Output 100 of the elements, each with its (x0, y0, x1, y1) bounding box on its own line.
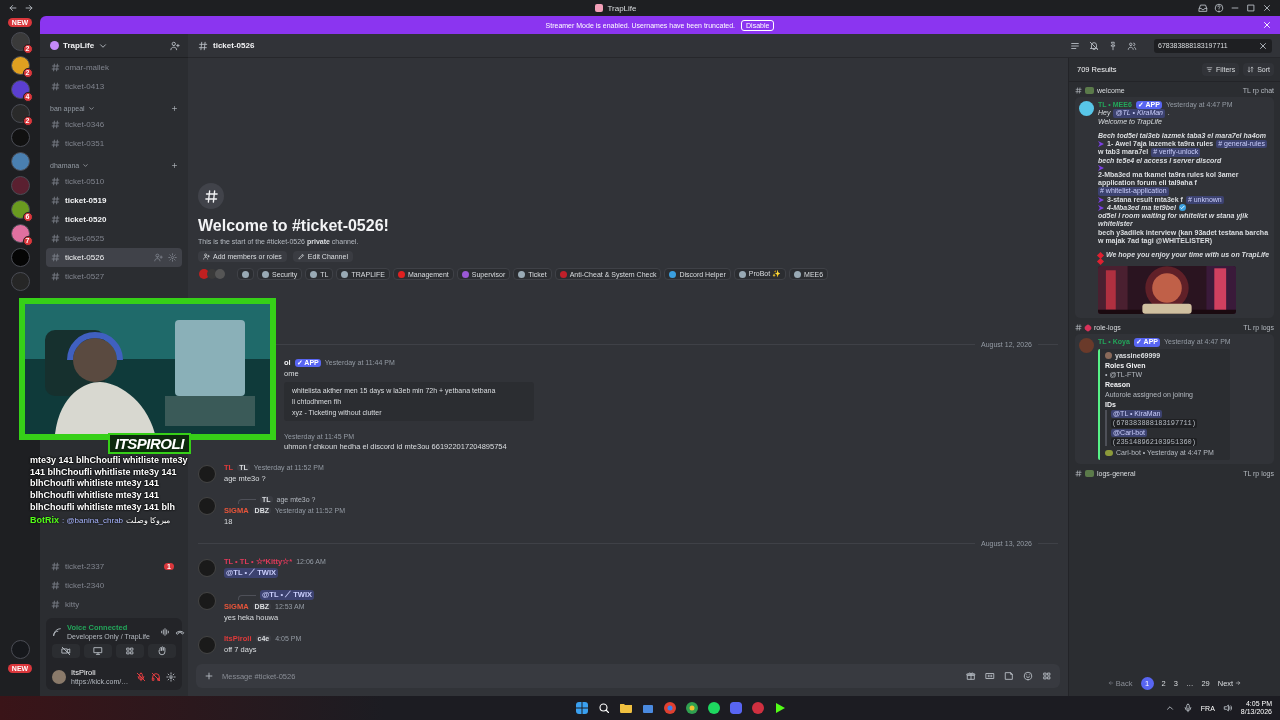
camera-button[interactable] (52, 644, 80, 658)
channel-item[interactable]: ticket-2340 (46, 576, 182, 595)
play-icon[interactable] (774, 702, 787, 714)
inbox-icon[interactable] (1198, 3, 1208, 13)
arrow-bullet-icon (1098, 164, 1104, 171)
game-app-icon[interactable] (752, 702, 765, 714)
close-icon (1258, 40, 1268, 51)
chevron-icon (87, 105, 95, 112)
threads-icon[interactable] (1070, 40, 1080, 51)
gif-icon[interactable] (985, 671, 995, 681)
screen-share-button[interactable] (84, 644, 112, 658)
pin-icon[interactable] (1108, 40, 1118, 51)
close-icon[interactable] (1262, 20, 1272, 30)
help-icon[interactable] (1214, 3, 1224, 13)
mute-button[interactable] (136, 671, 146, 682)
channel-item[interactable]: ticket-0519 (46, 191, 182, 210)
chevron-icon (82, 162, 90, 169)
pencil-icon (297, 253, 305, 260)
headphones-off-icon (151, 671, 161, 682)
windows-start-icon[interactable] (576, 702, 589, 714)
camera-off-icon (61, 646, 71, 656)
close-icon[interactable] (1262, 3, 1272, 13)
user-avatar (1105, 352, 1112, 360)
server-name[interactable]: TrapLife (63, 41, 95, 50)
settings-icon[interactable] (166, 671, 176, 682)
chevron-up-icon[interactable] (1164, 703, 1175, 713)
apps-icon (125, 646, 135, 656)
back-arrow-icon[interactable] (8, 3, 18, 13)
hash-icon (51, 82, 60, 91)
chat-overlay-text: mte3y 141 blhChoufli whitliste mte3y 141 blhChoufli whitliste mte3y 141 blhChoufli whitliste mte3y 141 blhChoufli whitliste mte3y 141 blhChoufli whitliste mte3y 141 blh (30, 455, 189, 514)
search-icon[interactable] (598, 702, 611, 714)
channel-emoji-icon (1085, 87, 1094, 94)
store-icon[interactable] (642, 702, 655, 714)
hash-icon (1075, 87, 1082, 94)
result-card[interactable] (1075, 334, 1274, 465)
gift-icon[interactable] (966, 671, 976, 681)
hash-icon (51, 120, 60, 129)
add-member-icon[interactable] (170, 40, 180, 51)
channel-item[interactable]: ticket-0413 (46, 77, 182, 96)
signal-icon (52, 626, 62, 637)
hash-icon (51, 600, 60, 609)
chat-username: BotRix (30, 515, 59, 526)
deafen-button[interactable] (151, 671, 161, 682)
hash-icon (51, 253, 60, 262)
hash-icon (51, 139, 60, 148)
folder-icon[interactable] (620, 702, 633, 714)
window-title: TrapLife (607, 3, 637, 13)
emoji-icon[interactable] (1023, 671, 1033, 681)
add-attachment-icon[interactable] (204, 671, 214, 681)
channel-item[interactable]: ticket-0346 (46, 115, 182, 134)
sort-icon (1247, 66, 1255, 73)
hash-icon (51, 215, 60, 224)
channel-item[interactable]: kitty (46, 595, 182, 614)
hash-icon (51, 234, 60, 243)
bot-avatar (1079, 101, 1094, 116)
forward-arrow-icon[interactable] (24, 3, 34, 13)
channel-item[interactable]: ticket-0351 (46, 134, 182, 153)
welcome-title: Welcome to #ticket-0526! (198, 217, 390, 235)
channel-item[interactable]: ticket-0525 (46, 229, 182, 248)
hash-icon (51, 581, 60, 590)
soundboard-button[interactable] (148, 644, 176, 658)
channel-item[interactable]: ticket-0527 (46, 267, 182, 286)
hash-icon (51, 177, 60, 186)
user-avatar[interactable] (52, 669, 66, 684)
server-logo-icon (50, 41, 59, 50)
hash-icon (51, 562, 60, 571)
role-chip[interactable] (237, 268, 254, 280)
microphone-icon[interactable] (1182, 703, 1193, 713)
music-app-icon[interactable] (708, 702, 721, 714)
notifications-off-icon[interactable] (1089, 40, 1099, 51)
members-icon[interactable] (1127, 40, 1137, 51)
server-icon[interactable] (10, 152, 30, 171)
chat-app-icon[interactable] (730, 702, 743, 714)
plus-icon[interactable] (171, 105, 178, 112)
maximize-icon[interactable] (1246, 3, 1256, 13)
browser-icon[interactable] (686, 702, 699, 714)
channel-item[interactable]: omar-mallek (46, 58, 182, 77)
chat-message: مبروكا وصلت (126, 515, 171, 525)
hash-icon (51, 272, 60, 281)
person-icon (203, 253, 210, 260)
hash-icon (51, 63, 60, 72)
channel-item[interactable]: ticket-0510 (46, 172, 182, 191)
bot-avatar (1079, 338, 1094, 354)
sticker-icon[interactable] (1004, 671, 1014, 681)
chat-mention: : @banina_chrab (62, 515, 124, 525)
channel-emoji-icon (1083, 323, 1093, 332)
activities-button[interactable] (116, 644, 144, 658)
volume-icon[interactable] (1222, 703, 1233, 713)
left-chevron-icon (1107, 680, 1114, 686)
screen-icon (93, 646, 103, 656)
hash-icon (203, 188, 219, 204)
plus-icon[interactable] (171, 162, 178, 169)
channel-item[interactable]: ticket-0520 (46, 210, 182, 229)
mic-off-icon (136, 671, 146, 682)
apps-icon[interactable] (1042, 671, 1052, 681)
result-card[interactable] (1075, 97, 1274, 319)
filter-icon (1206, 66, 1214, 73)
browser-icon[interactable] (664, 702, 677, 714)
waveform-icon[interactable] (159, 626, 170, 637)
arrow-bullet-icon (1098, 141, 1104, 148)
